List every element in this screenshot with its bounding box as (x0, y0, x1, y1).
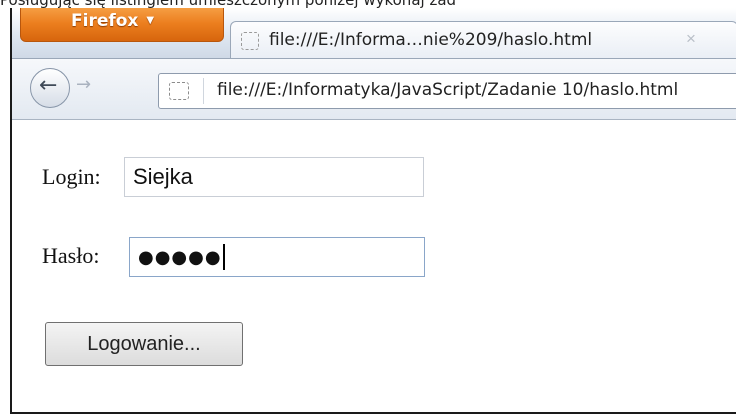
site-identity-icon[interactable] (169, 82, 189, 100)
firefox-menu-button[interactable]: Firefox ▼ (20, 8, 224, 42)
browser-window: Firefox ▼ file:///E:/Informa…nie%209/hasl… (10, 8, 736, 414)
tab-title: file:///E:/Informa…nie%209/haslo.html (269, 30, 593, 50)
password-label: Hasło: (42, 243, 100, 268)
forward-button[interactable]: → (72, 74, 100, 102)
browser-tab[interactable]: file:///E:/Informa…nie%209/haslo.html × (230, 21, 736, 59)
page-content: Login: Siejka Hasło: ●●●●● Logowanie... (12, 120, 736, 412)
login-value: Siejka (133, 164, 193, 189)
login-label: Login: (42, 164, 101, 189)
address-divider (203, 78, 204, 104)
tab-strip: Firefox ▼ file:///E:/Informa…nie%209/hasl… (12, 8, 736, 59)
navigation-toolbar: ← → file:///E:/Informatyka/JavaScript/Za… (12, 58, 736, 120)
password-mask: ●●●●● (138, 247, 222, 268)
dropdown-arrow-icon: ▼ (146, 15, 155, 26)
back-arrow-icon: ← (39, 73, 58, 98)
password-input[interactable]: ●●●●● (129, 237, 425, 277)
address-bar[interactable]: file:///E:/Informatyka/JavaScript/Zadani… (158, 73, 736, 109)
page-icon (241, 32, 259, 50)
text-cursor (222, 244, 225, 270)
close-tab-icon[interactable]: × (686, 29, 696, 49)
forward-arrow-icon: → (76, 74, 92, 95)
login-input[interactable]: Siejka (124, 157, 424, 197)
back-button[interactable]: ← (30, 68, 70, 108)
url-text: file:///E:/Informatyka/JavaScript/Zadani… (217, 80, 679, 100)
firefox-menu-label: Firefox (71, 11, 139, 31)
login-button[interactable]: Logowanie... (45, 322, 243, 366)
